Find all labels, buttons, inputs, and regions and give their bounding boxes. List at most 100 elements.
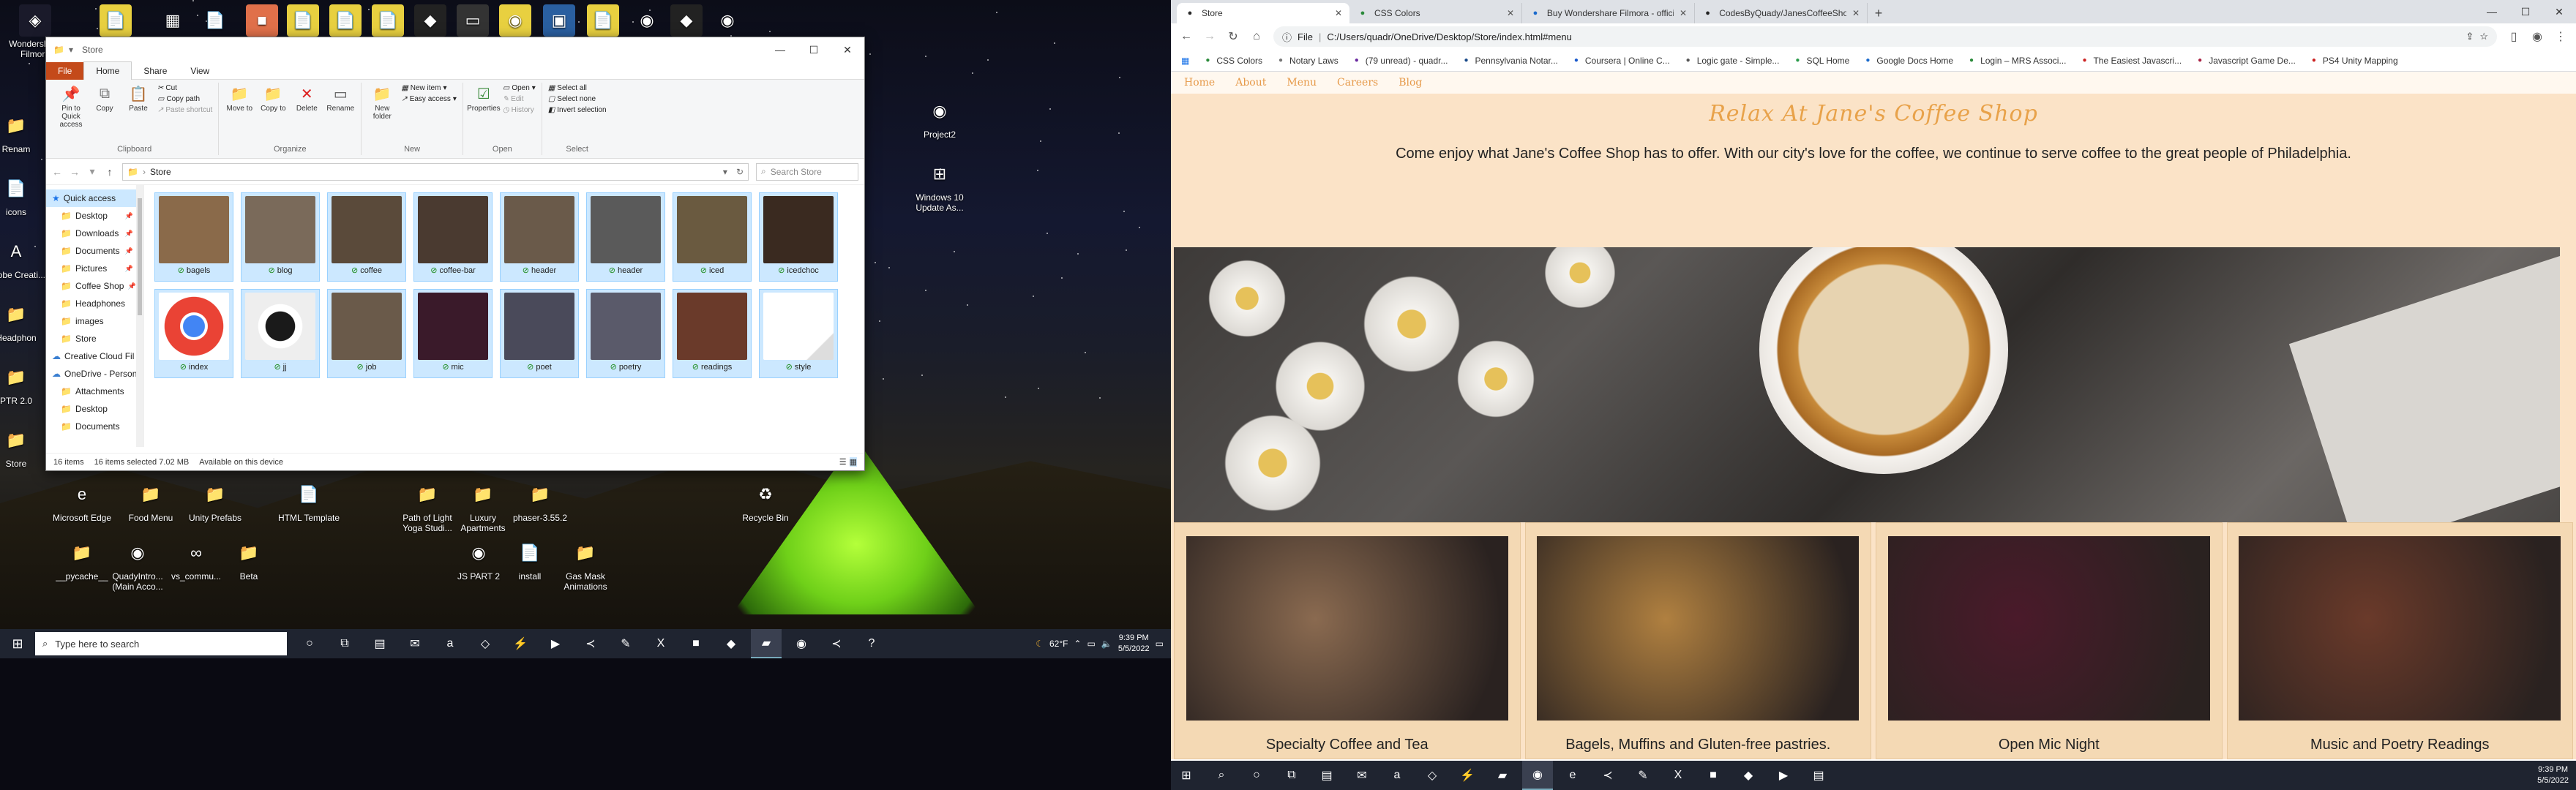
browser-tab[interactable]: ● CSS Colors ✕ xyxy=(1349,3,1522,23)
desktop-shortcut[interactable]: ♻ Recycle Bin xyxy=(730,478,801,524)
help-icon[interactable]: ? xyxy=(856,629,887,658)
close-tab-icon[interactable]: ✕ xyxy=(1507,8,1514,18)
sidebar-icon[interactable]: ▯ xyxy=(2507,29,2520,44)
up-arrow-icon[interactable]: ↑ xyxy=(105,166,115,178)
cube-icon[interactable]: ■ xyxy=(681,629,711,658)
edge-icon[interactable]: e xyxy=(1557,761,1588,790)
select-all-button[interactable]: ▦ Select all xyxy=(548,84,607,92)
bookmark-item[interactable]: ● SQL Home xyxy=(1792,56,1849,66)
close-tab-icon[interactable]: ✕ xyxy=(1335,8,1342,18)
maximize-button[interactable]: ☐ xyxy=(2509,0,2542,23)
paint-icon[interactable]: ✎ xyxy=(610,629,641,658)
invert-selection-button[interactable]: ◧ Invert selection xyxy=(548,106,607,114)
chrome-icon[interactable]: ◉ xyxy=(1522,761,1553,790)
forward-arrow-icon[interactable]: → xyxy=(70,166,80,178)
nav-item[interactable]: 📁 Attachments xyxy=(46,383,143,400)
back-arrow-icon[interactable]: ← xyxy=(1180,30,1193,43)
file-item[interactable]: ⊘ mic xyxy=(413,289,493,378)
site-nav-home[interactable]: Home xyxy=(1184,77,1215,89)
tray-chevron-icon[interactable]: ⌃ xyxy=(1074,639,1081,649)
nav-item[interactable]: ★ Quick access xyxy=(46,189,143,207)
bolt-icon[interactable]: ⚡ xyxy=(505,629,536,658)
site-nav-menu[interactable]: Menu xyxy=(1287,77,1317,89)
nav-item[interactable]: 📁 Desktop xyxy=(46,400,143,418)
bookmark-item[interactable]: ● PS4 Unity Mapping xyxy=(2309,56,2398,66)
calculator-icon[interactable]: ▤ xyxy=(1311,761,1342,790)
file-explorer-window[interactable]: 📁 ▾ Store — ☐ ✕ File Home Share View 📌 Pin t… xyxy=(45,37,865,471)
file-item[interactable]: ⊘ header xyxy=(500,192,579,282)
bolt-icon[interactable]: ⚡ xyxy=(1452,761,1483,790)
nav-item[interactable]: 📁 images xyxy=(46,312,143,330)
mail-icon[interactable]: ✉ xyxy=(400,629,430,658)
desktop-shortcut[interactable]: 📄 icons xyxy=(0,173,51,218)
bookmark-item[interactable]: ● The Easiest Javascri... xyxy=(2079,56,2182,66)
nav-item[interactable]: 📁 Documents 📌 xyxy=(46,242,143,260)
site-nav-about[interactable]: About xyxy=(1235,77,1266,89)
delete-button[interactable]: ✕ Delete xyxy=(292,83,321,113)
desktop-shortcut[interactable]: 📁 Headphon xyxy=(0,298,51,344)
cube-icon[interactable]: ■ xyxy=(1698,761,1729,790)
desktop-shortcut[interactable]: 📁 PTR 2.0 xyxy=(0,361,51,407)
paste-button[interactable]: 📋 Paste xyxy=(124,83,153,113)
scrollbar[interactable] xyxy=(136,185,143,447)
close-button[interactable]: ✕ xyxy=(2542,0,2576,23)
site-nav-blog[interactable]: Blog xyxy=(1399,77,1422,89)
url-text[interactable]: C:/Users/quadr/OneDrive/Desktop/Store/in… xyxy=(1327,31,1572,42)
new-tab-button[interactable]: + xyxy=(1868,3,1890,23)
bookmark-star-icon[interactable]: ☆ xyxy=(2479,31,2488,42)
paste-shortcut-button[interactable]: ↗ Paste shortcut xyxy=(157,106,212,114)
nav-item[interactable]: 📁 Coffee Shop 📌 xyxy=(46,277,143,295)
ribbon-tab-share[interactable]: Share xyxy=(132,62,179,80)
start-icon[interactable]: ⊞ xyxy=(1171,761,1202,790)
dropbox-icon[interactable]: ◇ xyxy=(1417,761,1448,790)
notification-icon[interactable]: ▭ xyxy=(1156,639,1164,649)
bookmark-item[interactable]: ● Logic gate - Simple... xyxy=(1683,56,1780,66)
properties-button[interactable]: ☑ Properties xyxy=(467,83,501,113)
desktop-shortcut[interactable]: 📁 phaser-3.55.2 xyxy=(505,478,575,524)
media-icon[interactable]: ▶ xyxy=(1768,761,1799,790)
desktop-shortcut[interactable]: A Adobe Creati... xyxy=(0,236,51,281)
cortana-icon[interactable]: ○ xyxy=(294,629,325,658)
ribbon-tab-view[interactable]: View xyxy=(179,62,221,80)
menu-icon[interactable]: ⋮ xyxy=(2554,29,2567,44)
desktop-shortcut[interactable]: 📁 Gas Mask Animations xyxy=(550,537,621,592)
bookmark-item[interactable]: ● Google Docs Home xyxy=(1862,56,1953,66)
browser-tab[interactable]: ● Buy Wondershare Filmora - offici ✕ xyxy=(1522,3,1695,23)
vscode-icon[interactable]: ≺ xyxy=(575,629,606,658)
breadcrumb[interactable]: Store xyxy=(150,167,171,177)
large-icons-view-icon[interactable]: ▦ xyxy=(849,457,857,467)
cortana-icon[interactable]: ○ xyxy=(1241,761,1272,790)
task-view-icon[interactable]: ⧉ xyxy=(1276,761,1307,790)
bookmark-item[interactable]: ● Pennsylvania Notar... xyxy=(1461,56,1557,66)
nav-item[interactable]: 📁 Headphones xyxy=(46,295,143,312)
file-item[interactable]: ⊘ poetry xyxy=(586,289,665,378)
edit-button[interactable]: ✎ Edit xyxy=(503,95,536,103)
back-arrow-icon[interactable]: ← xyxy=(52,166,62,178)
close-tab-icon[interactable]: ✕ xyxy=(1680,8,1687,18)
clock[interactable]: 9:39 PM 5/5/2022 xyxy=(2537,764,2569,786)
bookmark-item[interactable]: ● (79 unread) - quadr... xyxy=(1352,56,1448,66)
desktop-shortcut[interactable]: 📁 Unity Prefabs xyxy=(180,478,250,524)
excel-icon[interactable]: X xyxy=(1663,761,1693,790)
close-tab-icon[interactable]: ✕ xyxy=(1852,8,1860,18)
task-view-icon[interactable]: ⧉ xyxy=(329,629,360,658)
recent-chevron-icon[interactable]: ▾ xyxy=(87,165,97,178)
navigation-pane[interactable]: ★ Quick access 📁 Desktop 📌 📁 Downloads 📌 📁 Docume… xyxy=(46,185,144,447)
network-icon[interactable]: ▭ xyxy=(1087,639,1096,649)
file-item[interactable]: ⊘ coffee-bar xyxy=(413,192,493,282)
copy-path-button[interactable]: ▭ Copy path xyxy=(157,95,212,103)
chevron-down-icon[interactable]: ▾ xyxy=(723,167,732,177)
move-to-button[interactable]: 📁 Move to xyxy=(225,83,254,113)
explorer-titlebar[interactable]: 📁 ▾ Store — ☐ ✕ xyxy=(46,37,864,62)
bookmark-item[interactable]: ● Coursera | Online C... xyxy=(1571,56,1670,66)
search-input[interactable]: ⌕ Search Store xyxy=(756,162,858,181)
apps-icon[interactable]: ▦ xyxy=(1181,56,1189,66)
quick-access-toolbar[interactable]: ▾ xyxy=(69,45,73,55)
pin-quick-access-button[interactable]: 📌 Pin to Quick access xyxy=(56,83,86,129)
file-item[interactable]: ⊘ job xyxy=(327,289,406,378)
file-item[interactable]: ⊘ bagels xyxy=(154,192,233,282)
minimize-button[interactable]: — xyxy=(763,44,797,56)
excel-icon[interactable]: X xyxy=(645,629,676,658)
new-folder-button[interactable]: 📁 New folder xyxy=(367,83,397,121)
file-explorer-icon[interactable]: ▰ xyxy=(751,629,782,658)
